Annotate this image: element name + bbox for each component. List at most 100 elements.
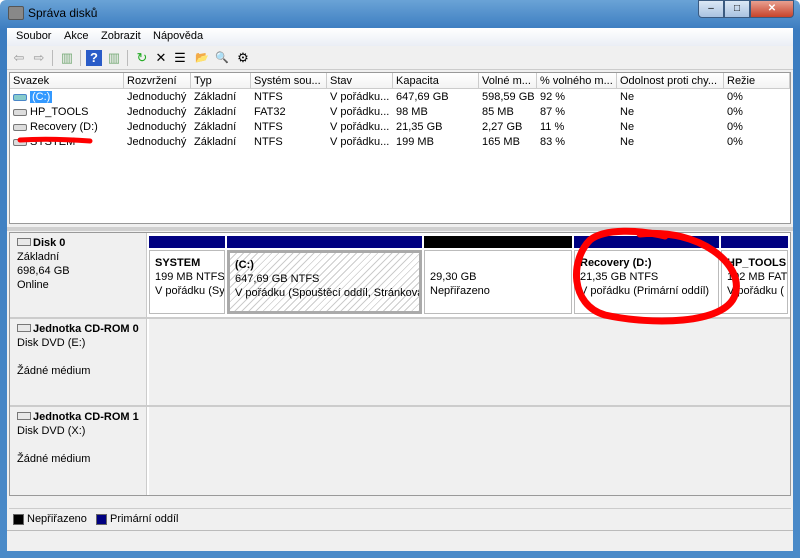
volume-name-cell[interactable]: Recovery (D:) xyxy=(10,120,124,135)
column-header[interactable]: Svazek xyxy=(10,73,124,89)
table-cell: 83 % xyxy=(540,136,566,148)
maximize-button[interactable]: □ xyxy=(724,0,750,18)
menu-soubor[interactable]: Soubor xyxy=(16,30,51,42)
table-cell: 598,59 GB xyxy=(482,91,535,103)
legend-unallocated: Nepřiřazeno xyxy=(27,513,87,525)
table-cell: V pořádku... xyxy=(330,121,390,133)
table-cell: Jednoduchý xyxy=(127,136,187,148)
open-folder-icon[interactable]: 📂 xyxy=(194,50,210,66)
forward-icon[interactable]: ⇨ xyxy=(31,50,47,66)
window-frame: Správa disků – □ ✕ Soubor Akce Zobrazit … xyxy=(0,0,800,558)
table-cell: Jednoduchý xyxy=(127,121,187,133)
table-cell: Základní xyxy=(194,91,237,103)
volume-icon xyxy=(13,123,27,131)
volume-name-cell[interactable]: (C:) xyxy=(10,90,124,105)
close-button[interactable]: ✕ xyxy=(750,0,794,18)
title-bar[interactable]: Správa disků – □ ✕ xyxy=(0,0,800,28)
volume-name: (C:) xyxy=(30,91,53,103)
table-cell: Ne xyxy=(620,106,635,118)
cdrom-0-label[interactable]: Jednotka CD-ROM 0 Disk DVD (E:) Žádné mé… xyxy=(10,319,147,405)
table-cell: Jednoduchý xyxy=(127,106,187,118)
cdrom-icon xyxy=(17,324,31,332)
table-cell: 199 MB xyxy=(396,136,434,148)
column-header[interactable]: Odolnost proti chy... xyxy=(617,73,724,89)
volume-icon xyxy=(13,138,27,146)
volume-name-cell[interactable]: HP_TOOLS xyxy=(10,105,124,120)
table-cell: NTFS xyxy=(254,91,283,103)
legend-swatch-primary xyxy=(95,513,107,525)
cdrom-icon xyxy=(17,412,31,420)
table-cell: 0% xyxy=(727,121,743,133)
disk-0-label[interactable]: Disk 0 Základní 698,64 GB Online xyxy=(10,233,147,317)
table-cell: 11 % xyxy=(540,121,565,133)
column-header[interactable]: Systém sou... xyxy=(251,73,327,89)
console-tree-icon[interactable]: ▥ xyxy=(59,50,75,66)
toolbar: ⇦ ⇨ ▥ ? ▥ ↻ ✕ ☰ 📂 🔍 ⚙ xyxy=(7,46,793,70)
table-cell: V pořádku... xyxy=(330,136,390,148)
table-cell: 85 MB xyxy=(482,106,514,118)
volume-list[interactable]: Svazek Rozvržení Typ Systém sou... Stav Kapac… xyxy=(9,72,791,224)
disk-management-icon xyxy=(8,6,24,20)
column-header[interactable]: Typ xyxy=(191,73,251,89)
explore-icon[interactable]: 🔍 xyxy=(214,50,230,66)
column-header[interactable]: % volného m... xyxy=(537,73,617,89)
table-cell: 0% xyxy=(727,91,743,103)
disk-graphical-view: Disk 0 Základní 698,64 GB Online SYSTEM 1… xyxy=(9,232,791,496)
table-cell: 2,27 GB xyxy=(482,121,523,133)
menu-zobrazit[interactable]: Zobrazit xyxy=(101,30,141,42)
volume-name: SYSTEM xyxy=(30,136,76,148)
column-header[interactable]: Režie xyxy=(724,73,790,89)
refresh-icon[interactable]: ↻ xyxy=(134,50,150,66)
back-icon[interactable]: ⇦ xyxy=(11,50,27,66)
column-header[interactable]: Rozvržení xyxy=(124,73,191,89)
partition-recovery[interactable]: Recovery (D:) 21,35 GB NTFS V pořádku (Pri… xyxy=(574,236,719,314)
table-cell: Základní xyxy=(194,106,237,118)
pane-splitter[interactable] xyxy=(7,227,793,231)
column-header[interactable]: Kapacita xyxy=(393,73,479,89)
table-cell: 21,35 GB xyxy=(396,121,443,133)
legend-primary: Primární oddíl xyxy=(109,513,179,525)
disk-type: Základní xyxy=(17,251,60,263)
partition-unallocated[interactable]: 29,30 GB Nepřiřazeno xyxy=(424,236,572,314)
table-cell: 92 % xyxy=(540,91,566,103)
column-header[interactable]: Stav xyxy=(327,73,393,89)
table-cell: Základní xyxy=(194,121,237,133)
properties-icon[interactable]: ☰ xyxy=(172,50,188,66)
partition-hp-tools[interactable]: HP_TOOLS 102 MB FAT V pořádku ( xyxy=(721,236,788,314)
table-cell: 98 MB xyxy=(396,106,428,118)
settings-icon[interactable]: ⚙ xyxy=(235,50,251,66)
table-cell: Základní xyxy=(194,136,237,148)
disk-size: 698,64 GB xyxy=(17,265,70,277)
menu-napoveda[interactable]: Nápověda xyxy=(153,30,203,42)
disk-status: Online xyxy=(17,279,49,291)
volume-name: HP_TOOLS xyxy=(30,106,89,118)
table-cell: V pořádku... xyxy=(330,91,390,103)
partition-system[interactable]: SYSTEM 199 MB NTFS V pořádku (Sy xyxy=(149,236,225,314)
delete-icon[interactable]: ✕ xyxy=(153,50,169,66)
disk-row-cdrom-1: Jednotka CD-ROM 1 Disk DVD (X:) Žádné mé… xyxy=(10,407,790,495)
table-cell: FAT32 xyxy=(254,106,286,118)
volume-name: Recovery (D:) xyxy=(30,121,98,133)
table-cell: Ne xyxy=(620,136,635,148)
table-cell: 165 MB xyxy=(482,136,520,148)
menu-akce[interactable]: Akce xyxy=(64,30,88,42)
help-icon[interactable]: ? xyxy=(86,50,102,66)
volume-name-cell[interactable]: SYSTEM xyxy=(10,135,124,150)
volume-icon xyxy=(13,93,27,101)
partition-c[interactable]: (C:) 647,69 GB NTFS V pořádku (Spouštěcí o… xyxy=(227,236,422,314)
table-cell: Ne xyxy=(620,91,635,103)
disk-icon xyxy=(17,238,31,246)
table-cell: Jednoduchý xyxy=(127,91,187,103)
cdrom-1-area xyxy=(149,407,790,495)
minimize-button[interactable]: – xyxy=(698,0,724,18)
column-header[interactable]: Volné m... xyxy=(479,73,537,89)
action-pane-icon[interactable]: ▥ xyxy=(106,50,122,66)
window-title: Správa disků xyxy=(28,6,98,20)
table-cell: 87 % xyxy=(540,106,566,118)
status-bar xyxy=(7,530,793,551)
legend-swatch-unallocated xyxy=(13,513,24,525)
table-cell: 647,69 GB xyxy=(396,91,449,103)
cdrom-1-label[interactable]: Jednotka CD-ROM 1 Disk DVD (X:) Žádné mé… xyxy=(10,407,147,495)
client-area: Soubor Akce Zobrazit Nápověda ⇦ ⇨ ▥ ? ▥ … xyxy=(7,28,793,551)
disk-row-disk-0: Disk 0 Základní 698,64 GB Online SYSTEM 1… xyxy=(10,233,790,319)
